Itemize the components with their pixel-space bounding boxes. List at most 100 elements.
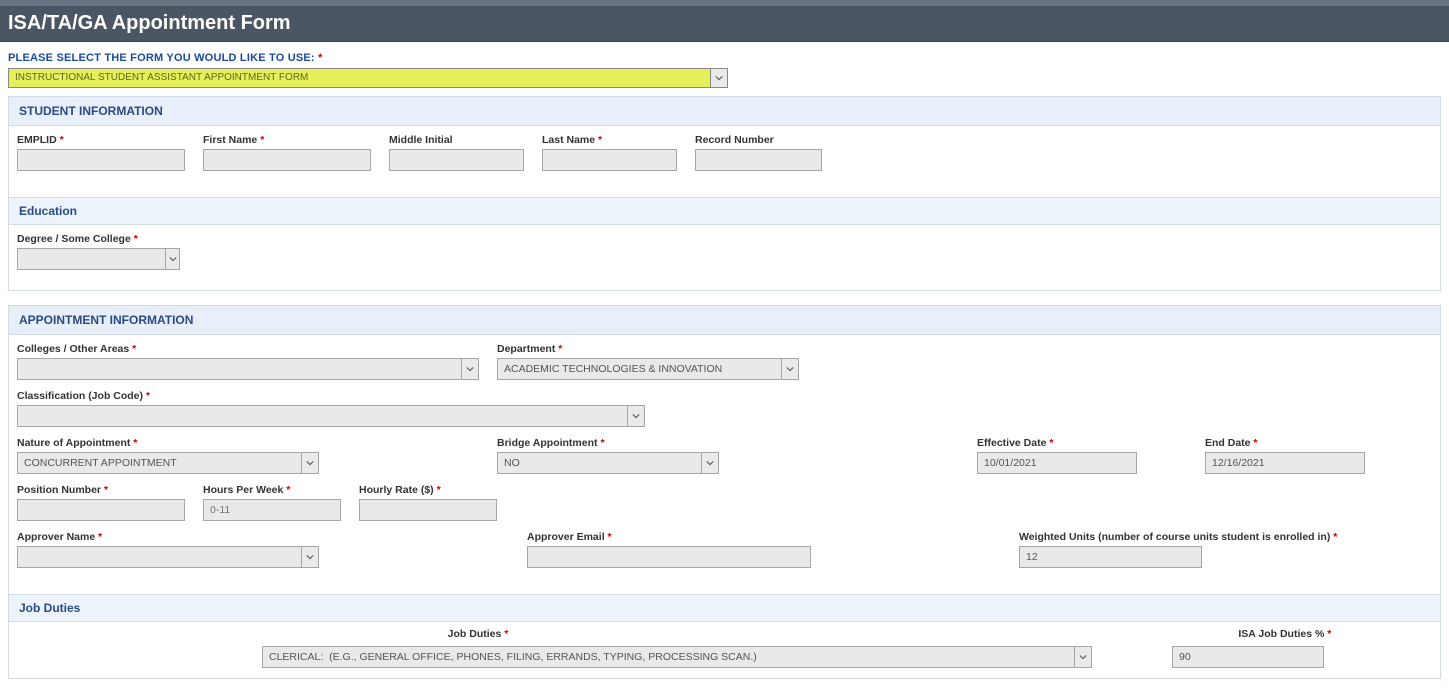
isa-job-duties-pct-label: ISA Job Duties % * xyxy=(1238,628,1331,640)
degree-label: Degree / Some College xyxy=(17,233,131,245)
subsection-job-duties: Job Duties xyxy=(9,594,1440,622)
position-number-input[interactable] xyxy=(17,499,185,521)
chevron-down-icon[interactable] xyxy=(628,405,645,427)
department-select[interactable] xyxy=(497,358,799,380)
required-indicator: * xyxy=(101,484,108,496)
department-input[interactable] xyxy=(497,358,782,380)
field-classification: Classification (Job Code) * xyxy=(17,390,645,427)
approver-name-input[interactable] xyxy=(17,546,302,568)
page-title: ISA/TA/GA Appointment Form xyxy=(0,6,1449,42)
field-middle-initial: Middle Initial xyxy=(389,134,524,171)
field-first-name: First Name * xyxy=(203,134,371,171)
nature-label: Nature of Appointment xyxy=(17,437,130,449)
classification-input[interactable] xyxy=(17,405,628,427)
required-indicator: * xyxy=(605,531,612,543)
approver-email-label: Approver Email xyxy=(527,531,605,543)
field-approver-email: Approver Email * xyxy=(527,531,811,568)
job-duties-column-label: Job Duties * xyxy=(448,628,509,640)
isa-pct-label-text: ISA Job Duties % xyxy=(1238,628,1324,640)
field-nature: Nature of Appointment * xyxy=(17,437,319,474)
last-name-input[interactable] xyxy=(542,149,677,171)
nature-select[interactable] xyxy=(17,452,319,474)
field-colleges: Colleges / Other Areas * xyxy=(17,343,479,380)
colleges-select[interactable] xyxy=(17,358,479,380)
chevron-down-icon[interactable] xyxy=(166,248,180,270)
emplid-input[interactable] xyxy=(17,149,185,171)
required-indicator: * xyxy=(257,134,264,146)
hours-input[interactable] xyxy=(203,499,341,521)
nature-input[interactable] xyxy=(17,452,302,474)
required-indicator: * xyxy=(434,484,441,496)
required-indicator: * xyxy=(57,134,64,146)
colleges-label: Colleges / Other Areas xyxy=(17,343,129,355)
bridge-label: Bridge Appointment xyxy=(497,437,598,449)
section-title-appointment: APPOINTMENT INFORMATION xyxy=(9,306,1440,335)
field-department: Department * xyxy=(497,343,799,380)
section-student-info: STUDENT INFORMATION EMPLID * First Name … xyxy=(8,96,1441,291)
chevron-down-icon[interactable] xyxy=(711,68,728,88)
required-indicator: * xyxy=(129,343,136,355)
first-name-input[interactable] xyxy=(203,149,371,171)
required-indicator: * xyxy=(315,52,323,64)
bridge-input[interactable] xyxy=(497,452,702,474)
record-number-input[interactable] xyxy=(695,149,822,171)
rate-input[interactable] xyxy=(359,499,497,521)
required-indicator: * xyxy=(131,233,138,245)
department-label: Department xyxy=(497,343,555,355)
last-name-label: Last Name xyxy=(542,134,595,146)
colleges-input[interactable] xyxy=(17,358,462,380)
field-approver-name: Approver Name * xyxy=(17,531,319,568)
chevron-down-icon[interactable] xyxy=(1075,646,1092,668)
weighted-units-input[interactable] xyxy=(1019,546,1202,568)
job-duties-select[interactable] xyxy=(262,646,1092,668)
section-title-student: STUDENT INFORMATION xyxy=(9,97,1440,126)
form-type-select[interactable]: INSTRUCTIONAL STUDENT ASSISTANT APPOINTM… xyxy=(8,68,728,88)
field-last-name: Last Name * xyxy=(542,134,677,171)
field-bridge: Bridge Appointment * xyxy=(497,437,719,474)
middle-initial-label: Middle Initial xyxy=(389,134,453,146)
chevron-down-icon[interactable] xyxy=(782,358,799,380)
chevron-down-icon[interactable] xyxy=(302,452,319,474)
field-end-date: End Date * xyxy=(1205,437,1365,474)
effective-date-label: Effective Date xyxy=(977,437,1046,449)
required-indicator: * xyxy=(501,628,508,640)
required-indicator: * xyxy=(143,390,150,402)
bridge-select[interactable] xyxy=(497,452,719,474)
required-indicator: * xyxy=(95,531,102,543)
end-date-input[interactable] xyxy=(1205,452,1365,474)
first-name-label: First Name xyxy=(203,134,257,146)
middle-initial-input[interactable] xyxy=(389,149,524,171)
approver-name-label: Approver Name xyxy=(17,531,95,543)
approver-name-select[interactable] xyxy=(17,546,319,568)
field-weighted-units: Weighted Units (number of course units s… xyxy=(1019,531,1337,568)
degree-input[interactable] xyxy=(17,248,166,270)
required-indicator: * xyxy=(130,437,137,449)
degree-select[interactable] xyxy=(17,248,180,270)
effective-date-input[interactable] xyxy=(977,452,1137,474)
section-appointment-info: APPOINTMENT INFORMATION Colleges / Other… xyxy=(8,305,1441,679)
chevron-down-icon[interactable] xyxy=(462,358,479,380)
isa-job-duties-pct-input[interactable] xyxy=(1172,646,1324,668)
position-number-label: Position Number xyxy=(17,484,101,496)
required-indicator: * xyxy=(283,484,290,496)
field-degree: Degree / Some College * xyxy=(17,233,180,270)
classification-select[interactable] xyxy=(17,405,645,427)
record-number-label: Record Number xyxy=(695,134,774,146)
emplid-label: EMPLID xyxy=(17,134,57,146)
job-duties-label-text: Job Duties xyxy=(448,628,502,640)
chevron-down-icon[interactable] xyxy=(302,546,319,568)
classification-label: Classification (Job Code) xyxy=(17,390,143,402)
weighted-units-label: Weighted Units (number of course units s… xyxy=(1019,531,1330,543)
form-type-select-value: INSTRUCTIONAL STUDENT ASSISTANT APPOINTM… xyxy=(8,68,711,88)
field-position-number: Position Number * xyxy=(17,484,185,521)
required-indicator: * xyxy=(595,134,602,146)
rate-label: Hourly Rate ($) xyxy=(359,484,434,496)
required-indicator: * xyxy=(1046,437,1053,449)
approver-email-input[interactable] xyxy=(527,546,811,568)
required-indicator: * xyxy=(598,437,605,449)
job-duties-input[interactable] xyxy=(262,646,1075,668)
field-hours-per-week: Hours Per Week * xyxy=(203,484,341,521)
form-type-prompt: PLEASE SELECT THE FORM YOU WOULD LIKE TO… xyxy=(8,52,1445,64)
field-hourly-rate: Hourly Rate ($) * xyxy=(359,484,497,521)
chevron-down-icon[interactable] xyxy=(702,452,719,474)
